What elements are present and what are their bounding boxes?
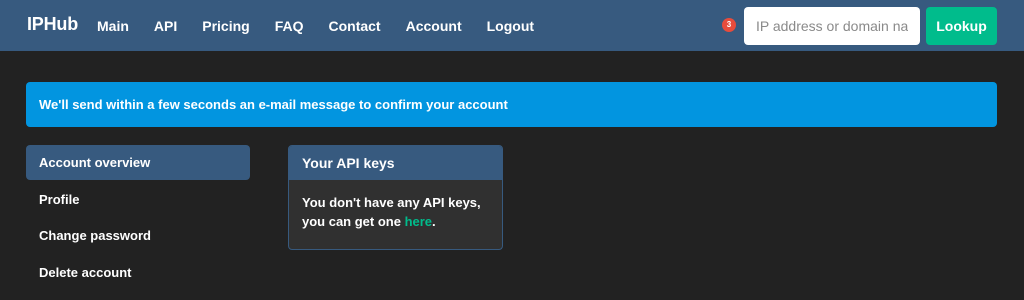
notification-badge[interactable]: 3 [722,18,736,32]
top-navbar: IPHub Main API Pricing FAQ Contact Accou… [0,0,1024,51]
nav-link-api[interactable]: API [154,18,177,34]
sidebar-item-delete-account[interactable]: Delete account [26,255,250,290]
nav-link-logout[interactable]: Logout [487,18,534,34]
sidebar-item-change-password[interactable]: Change password [26,218,250,253]
sidebar-item-account-overview[interactable]: Account overview [26,145,250,180]
nav-link-account[interactable]: Account [406,18,462,34]
nav-link-pricing[interactable]: Pricing [202,18,249,34]
panel-title: Your API keys [289,146,502,180]
nav-links: Main API Pricing FAQ Contact Account Log… [97,0,559,51]
nav-link-contact[interactable]: Contact [328,18,380,34]
brand-logo[interactable]: IPHub [27,14,78,35]
nav-link-main[interactable]: Main [97,18,129,34]
lookup-button[interactable]: Lookup [926,7,997,45]
api-keys-panel: Your API keys You don't have any API key… [288,145,503,250]
sidebar-item-profile[interactable]: Profile [26,182,250,217]
confirmation-alert: We'll send within a few seconds an e-mai… [26,82,997,127]
panel-body-text: You don't have any API keys, you can get… [302,195,481,229]
get-api-key-link[interactable]: here [405,214,432,229]
panel-body: You don't have any API keys, you can get… [289,180,502,231]
ip-search-input[interactable] [744,7,920,45]
account-sidebar: Account overview Profile Change password… [26,145,250,291]
panel-body-suffix: . [432,214,436,229]
nav-link-faq[interactable]: FAQ [275,18,304,34]
